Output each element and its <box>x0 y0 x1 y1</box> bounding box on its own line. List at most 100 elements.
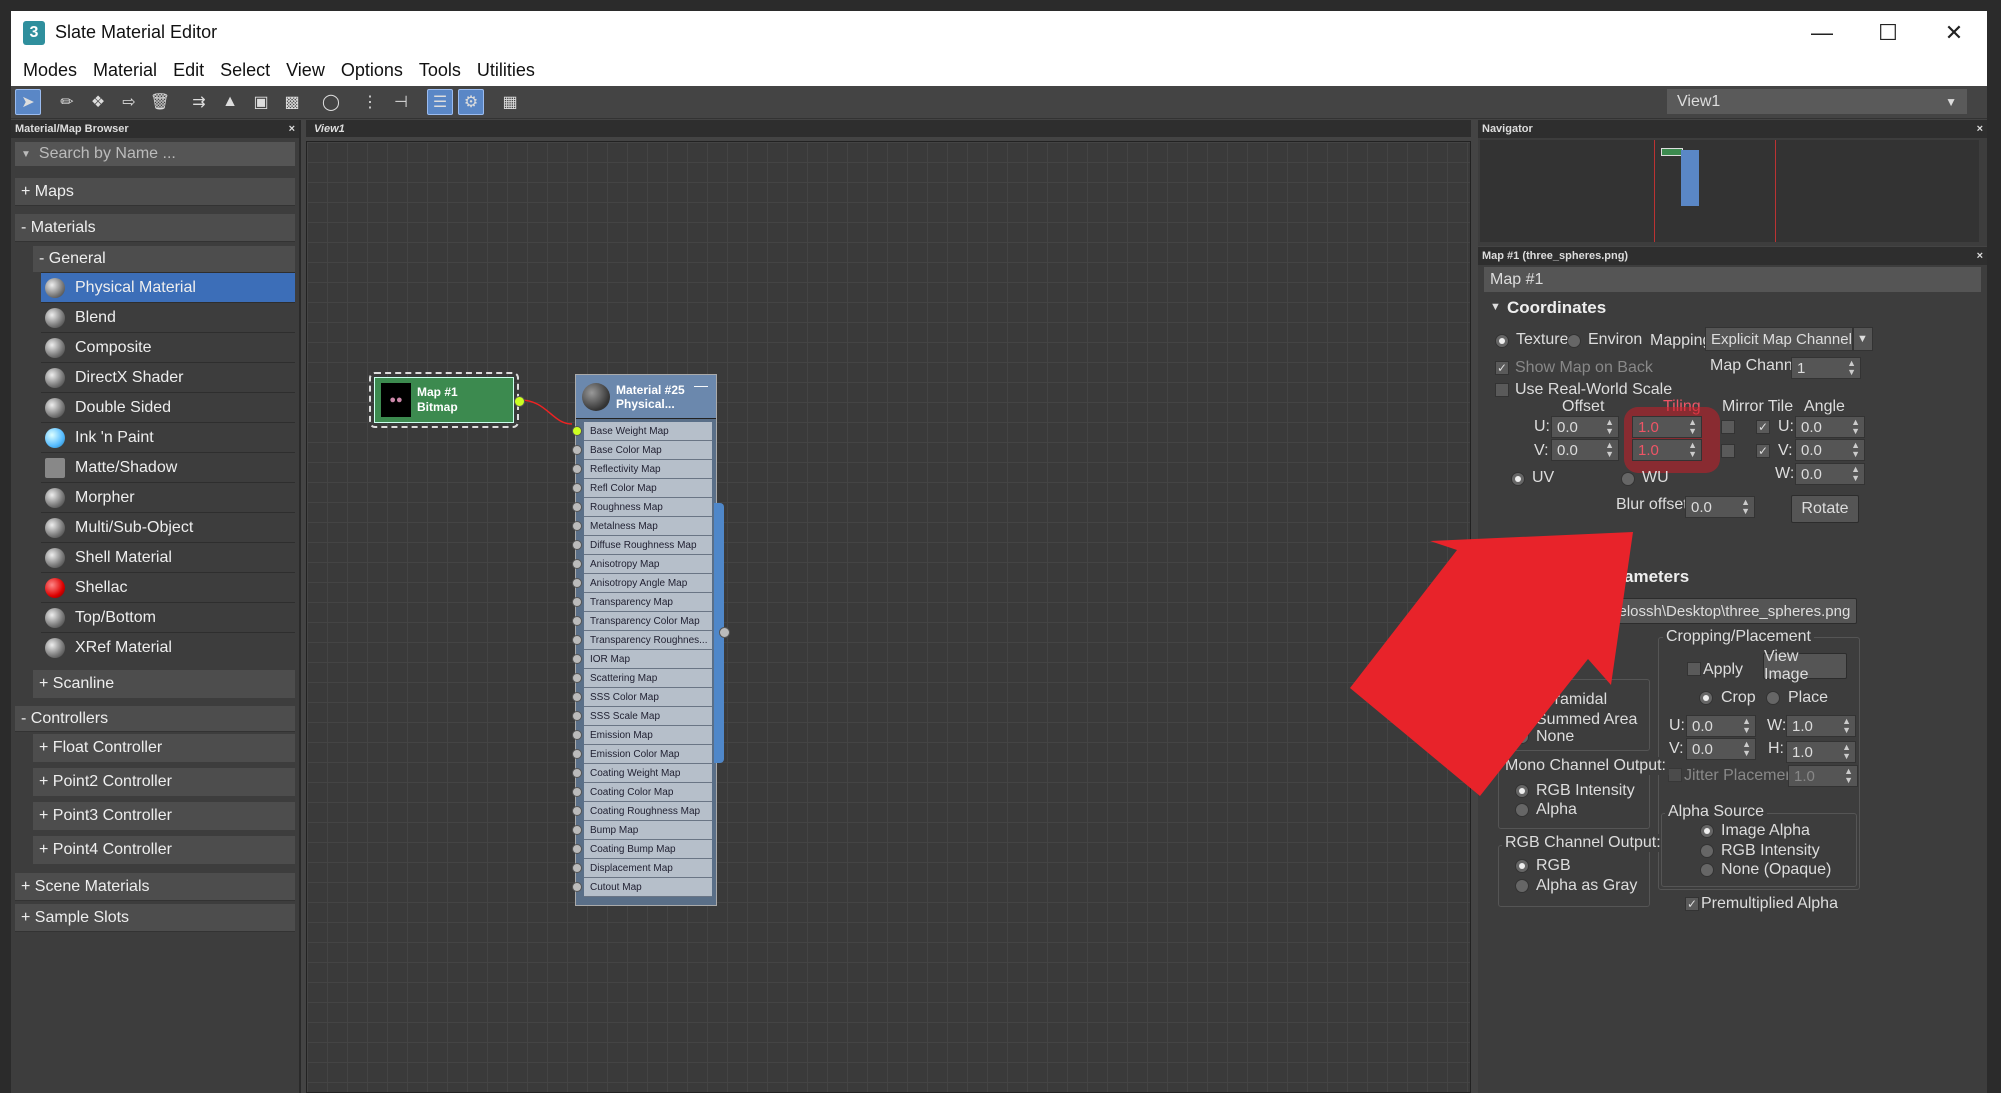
eyedropper-icon[interactable]: ✏ <box>54 89 80 115</box>
group-materials[interactable]: - Materials <box>15 214 295 242</box>
mirror-v-checkbox[interactable] <box>1721 444 1735 458</box>
select-by-material-icon[interactable]: ▦ <box>497 89 523 115</box>
material-browser-toggle-icon[interactable]: ☰ <box>427 89 453 115</box>
material-slot[interactable]: Coating Roughness Map <box>572 802 712 821</box>
rgb-alpha-gray-radio[interactable] <box>1515 879 1529 893</box>
chevron-down-icon[interactable]: ▼ <box>21 149 31 160</box>
material-item[interactable]: Ink 'n Paint <box>41 422 295 452</box>
close-icon[interactable]: × <box>1977 250 1983 262</box>
group-general[interactable]: - General <box>33 246 295 272</box>
crop-radio[interactable] <box>1699 691 1713 705</box>
texture-radio[interactable] <box>1495 334 1509 348</box>
wu-radio[interactable] <box>1621 472 1635 486</box>
material-slot[interactable]: SSS Color Map <box>572 688 712 707</box>
spinner-arrows-icon[interactable]: ▲ ▼ <box>1688 441 1697 459</box>
alpha-rgb-radio[interactable] <box>1700 844 1714 858</box>
material-slot[interactable]: Diffuse Roughness Map <box>572 536 712 555</box>
apply-checkbox[interactable] <box>1687 662 1701 676</box>
menu-modes[interactable]: Modes <box>15 60 85 81</box>
physical-material-node[interactable]: Material #25 Physical... — Base Weight Ma… <box>572 374 730 906</box>
controller-point3[interactable]: + Point3 Controller <box>33 802 295 830</box>
group-scanline[interactable]: + Scanline <box>33 670 295 698</box>
filter-pyramidal-radio[interactable] <box>1515 693 1529 707</box>
bitmap-output-socket[interactable] <box>514 396 525 407</box>
blur-offset-spinner[interactable]: 0.0 ▲ ▼ <box>1685 496 1755 518</box>
parameter-editor-toggle-icon[interactable]: ⚙ <box>458 89 484 115</box>
crop-w-spinner[interactable]: 1.0 ▲ ▼ <box>1786 715 1856 737</box>
slot-input-socket[interactable] <box>572 540 582 550</box>
minimize-icon[interactable]: — <box>1789 11 1855 54</box>
slot-input-socket[interactable] <box>572 654 582 664</box>
material-slot[interactable]: Coating Bump Map <box>572 840 712 859</box>
offset-u-spinner[interactable]: 0.0 ▲ ▼ <box>1551 416 1619 438</box>
slot-input-socket[interactable] <box>572 521 582 531</box>
layout-children-icon[interactable]: ⊣ <box>388 89 414 115</box>
material-slot[interactable]: Base Weight Map <box>572 422 712 441</box>
angle-u-spinner[interactable]: 0.0 ▲ ▼ <box>1795 416 1865 438</box>
put-to-scene-icon[interactable]: ❖ <box>85 89 111 115</box>
menu-select[interactable]: Select <box>212 60 278 81</box>
slot-input-socket[interactable] <box>572 445 582 455</box>
maximize-icon[interactable]: ☐ <box>1855 11 1921 54</box>
controller-float[interactable]: + Float Controller <box>33 734 295 762</box>
material-item[interactable]: Multi/Sub-Object <box>41 512 295 542</box>
material-slot[interactable]: Metalness Map <box>572 517 712 536</box>
material-slot[interactable]: Roughness Map <box>572 498 712 517</box>
rgb-rgb-radio[interactable] <box>1515 859 1529 873</box>
spinner-arrows-icon[interactable]: ▲ ▼ <box>1605 418 1614 436</box>
slot-input-socket[interactable] <box>572 768 582 778</box>
group-scene-materials[interactable]: + Scene Materials <box>15 873 295 901</box>
jitter-spinner[interactable]: 1.0 ▲ ▼ <box>1788 765 1858 787</box>
real-world-scale-checkbox[interactable] <box>1495 383 1509 397</box>
show-background-icon[interactable]: ▩ <box>279 89 305 115</box>
view-selector[interactable]: View1 ▼ <box>1667 89 1967 114</box>
assign-material-icon[interactable]: ⇨ <box>116 89 142 115</box>
spinner-arrows-icon[interactable]: ▲ ▼ <box>1605 441 1614 459</box>
spinner-arrows-icon[interactable]: ▲ ▼ <box>1688 418 1697 436</box>
material-item[interactable]: Composite <box>41 332 295 362</box>
delete-icon[interactable]: 🗑 <box>147 89 173 115</box>
angle-v-spinner[interactable]: 0.0 ▲ ▼ <box>1795 439 1865 461</box>
mirror-u-checkbox[interactable] <box>1721 420 1735 434</box>
material-output-socket[interactable] <box>719 627 730 638</box>
bitmap-path-button[interactable]: C:\Users\delossh\Desktop\three_spheres.p… <box>1541 598 1857 624</box>
slot-input-socket[interactable] <box>572 806 582 816</box>
spinner-arrows-icon[interactable]: ▲ ▼ <box>1844 767 1853 785</box>
slot-input-socket[interactable] <box>572 787 582 797</box>
close-icon[interactable]: × <box>289 123 295 135</box>
material-slot[interactable]: Cutout Map <box>572 878 712 897</box>
material-slot[interactable]: Bump Map <box>572 821 712 840</box>
place-radio[interactable] <box>1766 691 1780 705</box>
material-slot[interactable]: Displacement Map <box>572 859 712 878</box>
slot-input-socket[interactable] <box>572 749 582 759</box>
crop-h-spinner[interactable]: 1.0 ▲ ▼ <box>1786 741 1856 763</box>
slot-input-socket[interactable] <box>572 730 582 740</box>
show-map-icon[interactable]: ▣ <box>248 89 274 115</box>
reload-button[interactable]: Reload <box>1494 631 1562 657</box>
spinner-arrows-icon[interactable]: ▲ ▼ <box>1847 359 1856 377</box>
view-tab[interactable]: View1 <box>306 120 1471 137</box>
sample-slot-icon[interactable]: ◯ <box>318 89 344 115</box>
controller-point4[interactable]: + Point4 Controller <box>33 836 295 864</box>
material-slot[interactable]: Transparency Roughnes... <box>572 631 712 650</box>
slot-input-socket[interactable] <box>572 483 582 493</box>
menu-utilities[interactable]: Utilities <box>469 60 543 81</box>
spinner-arrows-icon[interactable]: ▲ ▼ <box>1851 441 1860 459</box>
material-slot[interactable]: Transparency Map <box>572 593 712 612</box>
material-slot[interactable]: Scattering Map <box>572 669 712 688</box>
tiling-u-spinner[interactable]: 1.0 ▲ ▼ <box>1632 416 1702 438</box>
mono-alpha-radio[interactable] <box>1515 803 1529 817</box>
material-slot[interactable]: Emission Map <box>572 726 712 745</box>
material-item[interactable]: Matte/Shadow <box>41 452 295 482</box>
chevron-down-icon[interactable]: ▼ <box>1853 327 1873 351</box>
tile-u-checkbox[interactable]: ✓ <box>1756 420 1770 434</box>
group-sample-slots[interactable]: + Sample Slots <box>15 904 295 932</box>
rollout-collapse-icon[interactable]: ▼ <box>1490 301 1501 313</box>
jitter-checkbox[interactable] <box>1668 768 1682 782</box>
slot-input-socket[interactable] <box>572 882 582 892</box>
material-slot[interactable]: Anisotropy Angle Map <box>572 574 712 593</box>
slot-input-socket[interactable] <box>572 711 582 721</box>
tiling-v-spinner[interactable]: 1.0 ▲ ▼ <box>1632 439 1702 461</box>
material-slot[interactable]: Coating Weight Map <box>572 764 712 783</box>
spinner-arrows-icon[interactable]: ▲ ▼ <box>1842 717 1851 735</box>
